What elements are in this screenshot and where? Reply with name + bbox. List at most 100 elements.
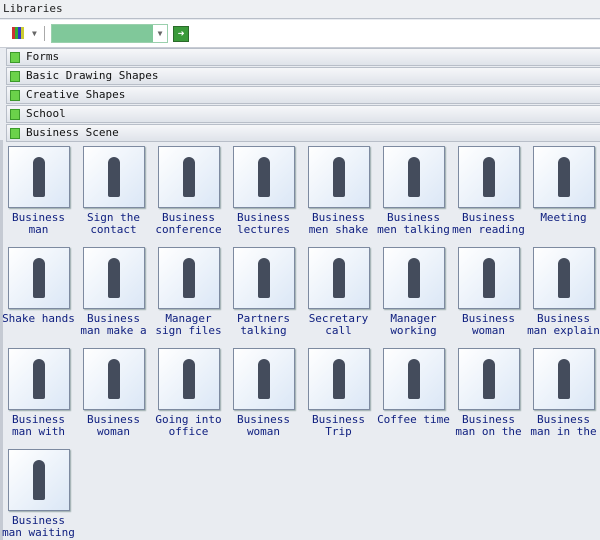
shape-item[interactable]: Partners talking: [226, 247, 301, 337]
shape-item[interactable]: Business woman: [76, 348, 151, 438]
shape-label: Business man: [12, 212, 65, 236]
shape-thumbnail[interactable]: [232, 146, 295, 208]
person-icon: [32, 258, 45, 298]
chevron-down-icon[interactable]: ▼: [153, 25, 167, 42]
shape-item[interactable]: Business men talking: [376, 146, 451, 236]
category-header[interactable]: Creative Shapes: [6, 86, 600, 104]
panel-title: Libraries: [0, 0, 600, 19]
shape-thumbnail[interactable]: [232, 348, 295, 410]
shape-item[interactable]: Business men shake: [301, 146, 376, 236]
shape-thumbnail[interactable]: [457, 348, 520, 410]
shape-label: Manager working: [390, 313, 437, 337]
shape-thumbnail[interactable]: [82, 348, 145, 410]
shape-thumbnail[interactable]: [7, 247, 70, 309]
shape-label: Business woman: [237, 414, 290, 438]
person-icon: [482, 157, 495, 197]
shape-thumbnail[interactable]: [457, 146, 520, 208]
person-icon: [32, 157, 45, 197]
expand-icon: [10, 52, 20, 63]
shape-thumbnail[interactable]: [382, 146, 445, 208]
shape-thumbnail[interactable]: [307, 348, 370, 410]
shape-item[interactable]: Business woman: [226, 348, 301, 438]
library-books-icon[interactable]: [12, 27, 24, 39]
person-icon: [182, 157, 195, 197]
person-icon: [557, 157, 570, 197]
person-icon: [482, 359, 495, 399]
chevron-down-icon[interactable]: ▼: [32, 29, 37, 38]
shape-thumbnail[interactable]: [382, 247, 445, 309]
shape-item[interactable]: Business man make a: [76, 247, 151, 337]
person-icon: [407, 157, 420, 197]
shape-item[interactable]: Meeting: [526, 146, 600, 236]
shape-item[interactable]: Manager working: [376, 247, 451, 337]
shape-item[interactable]: Business lectures: [226, 146, 301, 236]
person-icon: [557, 359, 570, 399]
shape-item[interactable]: Business conference: [151, 146, 226, 236]
shape-item[interactable]: Business man with: [1, 348, 76, 438]
shape-item[interactable]: Shake hands: [1, 247, 76, 337]
category-label: Business Scene: [26, 126, 119, 139]
shape-label: Coffee time: [377, 414, 450, 426]
person-icon: [32, 359, 45, 399]
shape-label: Business men talking: [377, 212, 450, 236]
shape-label: Business lectures: [237, 212, 290, 236]
shape-item[interactable]: Going into office: [151, 348, 226, 438]
shape-item[interactable]: Business men reading: [451, 146, 526, 236]
shape-label: Going into office: [155, 414, 222, 438]
library-search-combo[interactable]: ▼: [51, 24, 168, 43]
category-label: Creative Shapes: [26, 88, 126, 101]
shape-item[interactable]: Manager sign files: [151, 247, 226, 337]
person-icon: [332, 157, 345, 197]
person-icon: [407, 359, 420, 399]
go-button[interactable]: ➜: [173, 26, 189, 42]
category-header[interactable]: School: [6, 105, 600, 123]
shape-label: Business man with: [12, 414, 65, 438]
person-icon: [482, 258, 495, 298]
shape-item[interactable]: Coffee time: [376, 348, 451, 438]
person-icon: [257, 258, 270, 298]
shape-thumbnail[interactable]: [232, 247, 295, 309]
shape-thumbnail[interactable]: [532, 146, 595, 208]
shape-item[interactable]: Business man on the: [451, 348, 526, 438]
shape-label: Sign the contact: [87, 212, 140, 236]
category-header[interactable]: Business Scene: [6, 124, 600, 142]
shape-thumbnail[interactable]: [532, 247, 595, 309]
shape-thumbnail[interactable]: [457, 247, 520, 309]
shape-item[interactable]: Business man explain: [526, 247, 600, 337]
shape-label: Business man make a: [80, 313, 147, 337]
person-icon: [182, 359, 195, 399]
shape-thumbnail[interactable]: [307, 146, 370, 208]
shape-thumbnail[interactable]: [7, 146, 70, 208]
shape-thumbnail[interactable]: [7, 348, 70, 410]
shape-item[interactable]: Sign the contact: [76, 146, 151, 236]
shape-label: Business men reading: [452, 212, 525, 236]
person-icon: [107, 157, 120, 197]
shape-item[interactable]: Business woman: [451, 247, 526, 337]
shape-thumbnail[interactable]: [82, 146, 145, 208]
shape-label: Business woman: [87, 414, 140, 438]
toolbar: ▼ ▼ ➜: [0, 20, 600, 48]
shape-label: Manager sign files: [155, 313, 222, 337]
person-icon: [557, 258, 570, 298]
shape-label: Shake hands: [2, 313, 75, 325]
shape-label: Business man explain: [527, 313, 600, 337]
shape-thumbnail[interactable]: [532, 348, 595, 410]
shape-thumbnail[interactable]: [82, 247, 145, 309]
shape-item[interactable]: Business man: [1, 146, 76, 236]
shape-item[interactable]: Business man waiting: [1, 449, 76, 539]
shape-label: Business men shake: [308, 212, 369, 236]
shape-thumbnail[interactable]: [382, 348, 445, 410]
category-header[interactable]: Basic Drawing Shapes: [6, 67, 600, 85]
shape-item[interactable]: Secretary call: [301, 247, 376, 337]
shape-item[interactable]: Business man in the: [526, 348, 600, 438]
person-icon: [407, 258, 420, 298]
category-header[interactable]: Forms: [6, 48, 600, 66]
shape-thumbnail[interactable]: [157, 146, 220, 208]
shape-thumbnail[interactable]: [157, 348, 220, 410]
shape-item[interactable]: Business Trip: [301, 348, 376, 438]
person-icon: [257, 157, 270, 197]
shape-thumbnail[interactable]: [7, 449, 70, 511]
shape-thumbnail[interactable]: [307, 247, 370, 309]
expand-icon: [10, 128, 20, 139]
shape-thumbnail[interactable]: [157, 247, 220, 309]
